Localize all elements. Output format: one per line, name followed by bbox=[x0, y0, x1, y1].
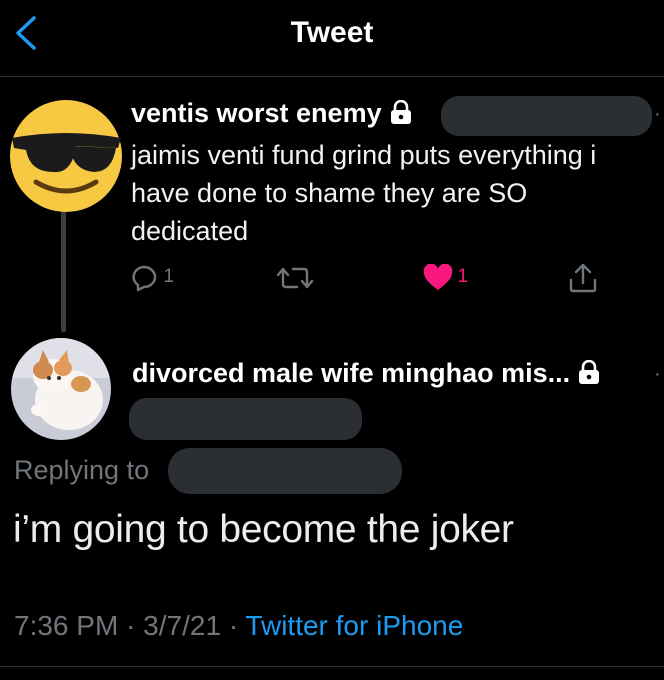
avatar[interactable] bbox=[11, 338, 111, 440]
tweet-text: jaimis venti fund grind puts everything … bbox=[131, 140, 597, 246]
like-action[interactable]: 1 bbox=[423, 263, 469, 292]
redacted-handle bbox=[129, 398, 362, 440]
author-display-name: ventis worst enemy bbox=[131, 98, 382, 128]
more-dot: · bbox=[654, 363, 661, 385]
reply-tweet-text: i’m going to become the joker bbox=[13, 508, 514, 551]
reply-action[interactable]: 1 bbox=[131, 264, 174, 292]
more-dot: · bbox=[654, 103, 661, 125]
author-name[interactable]: ventis worst enemy bbox=[131, 98, 412, 131]
reply-author-name[interactable]: divorced male wife minghao mis... bbox=[132, 358, 600, 391]
lock-icon bbox=[390, 99, 412, 131]
reply-count: 1 bbox=[163, 266, 175, 288]
reply-icon bbox=[132, 265, 157, 292]
sunglasses-emoji-icon bbox=[10, 100, 122, 212]
like-count: 1 bbox=[457, 266, 469, 288]
retweet-icon[interactable] bbox=[275, 264, 315, 297]
heart-icon bbox=[423, 263, 453, 290]
tweet-source-link[interactable]: Twitter for iPhone bbox=[245, 610, 463, 641]
page-title: Tweet bbox=[290, 16, 374, 49]
avatar[interactable] bbox=[8, 96, 125, 216]
redacted-mention[interactable] bbox=[168, 448, 402, 494]
meta-separator: · bbox=[228, 610, 239, 641]
replying-to-label: Replying to bbox=[14, 455, 150, 485]
meta-separator: · bbox=[126, 610, 136, 641]
tweet-time: 7:36 PM bbox=[14, 610, 119, 641]
reply-author-display-name: divorced male wife minghao mis... bbox=[132, 358, 571, 388]
divider bbox=[0, 666, 664, 667]
thread-connector-line bbox=[61, 208, 66, 332]
cat-photo-icon bbox=[11, 338, 111, 440]
tweet-date: 3/7/21 bbox=[143, 610, 222, 641]
share-icon[interactable] bbox=[567, 262, 599, 299]
top-bar: Tweet bbox=[0, 0, 664, 77]
lock-icon bbox=[578, 359, 600, 391]
redacted-handle bbox=[441, 96, 652, 136]
tweet-meta: 7:36 PM · 3/7/21 · Twitter for iPhone bbox=[14, 610, 463, 642]
